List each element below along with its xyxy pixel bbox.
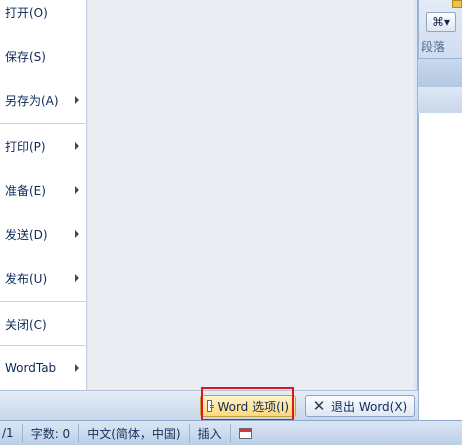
close-icon: ✕ [312, 397, 326, 415]
ruler [418, 87, 462, 113]
ribbon-tab-strip [418, 58, 462, 87]
menu-item-wordtab[interactable]: WordTab [0, 353, 87, 383]
menu-item-publish[interactable]: 发布(U) [0, 263, 87, 293]
submenu-arrow-icon [75, 364, 79, 372]
menu-item-save-as[interactable]: 另存为(A) [0, 85, 87, 115]
menu-divider [0, 345, 87, 346]
word-count: 字数: 0 [30, 426, 71, 441]
macro-record-icon [238, 427, 252, 439]
menu-divider [0, 301, 87, 302]
submenu-arrow-icon [75, 186, 79, 194]
submenu-arrow-icon [75, 96, 79, 104]
status-insert-mode[interactable]: 插入 [190, 423, 231, 443]
ribbon-tool-button[interactable]: ⌘▾ [426, 12, 456, 32]
word-options-button[interactable]: Word 选项(I) [200, 395, 296, 417]
office-menu-list: 打开(O) 保存(S) 另存为(A) 打印(P) 准备(E) 发送(D) 发布(… [0, 0, 87, 390]
office-menu: 打开(O) 保存(S) 另存为(A) 打印(P) 准备(E) 发送(D) 发布(… [0, 0, 418, 420]
menu-item-label: WordTab [5, 361, 57, 375]
insert-mode: 插入 [197, 426, 222, 441]
menu-item-label: 保存(S) [5, 49, 46, 64]
language: 中文(简体，中国) [87, 426, 181, 441]
exit-word-button[interactable]: ✕ 退出 Word(X) [305, 395, 415, 417]
menu-item-label: 打开(O) [5, 5, 48, 20]
ribbon-group-label: 段落 [421, 40, 446, 54]
submenu-arrow-icon [75, 230, 79, 238]
status-word-count[interactable]: 字数: 0 [23, 423, 80, 443]
menu-item-label: 发布(U) [5, 271, 48, 286]
submenu-arrow-icon [75, 142, 79, 150]
menu-item-label: 准备(E) [5, 183, 46, 198]
status-macro[interactable] [231, 424, 260, 443]
menu-item-open[interactable]: 打开(O) [0, 0, 87, 27]
recent-documents-pane [88, 0, 414, 390]
menu-item-close[interactable]: 关闭(C) [0, 309, 87, 339]
menu-item-label: 关闭(C) [5, 317, 47, 332]
status-language[interactable]: 中文(简体，中国) [79, 423, 190, 443]
menu-item-print[interactable]: 打印(P) [0, 131, 87, 161]
office-menu-footer: Word 选项(I) ✕ 退出 Word(X) [0, 390, 418, 420]
menu-item-label: 发送(D) [5, 227, 48, 242]
menu-item-prepare[interactable]: 准备(E) [0, 175, 87, 205]
options-doc-icon [207, 400, 215, 412]
page-count: /1 [2, 426, 14, 440]
ribbon-top-icon[interactable] [452, 0, 462, 8]
word-options-label: Word 选项(I) [217, 399, 289, 414]
status-page[interactable]: /1 [0, 423, 23, 443]
menu-item-label: 另存为(A) [5, 93, 59, 108]
status-bar: /1 字数: 0 中文(简体，中国) 插入 [0, 420, 462, 445]
menu-item-send[interactable]: 发送(D) [0, 219, 87, 249]
exit-word-label: 退出 Word(X) [331, 399, 408, 414]
menu-divider [0, 123, 87, 124]
submenu-arrow-icon [75, 274, 79, 282]
menu-item-save[interactable]: 保存(S) [0, 41, 87, 71]
menu-item-label: 打印(P) [5, 139, 46, 154]
document-canvas[interactable] [418, 87, 462, 420]
